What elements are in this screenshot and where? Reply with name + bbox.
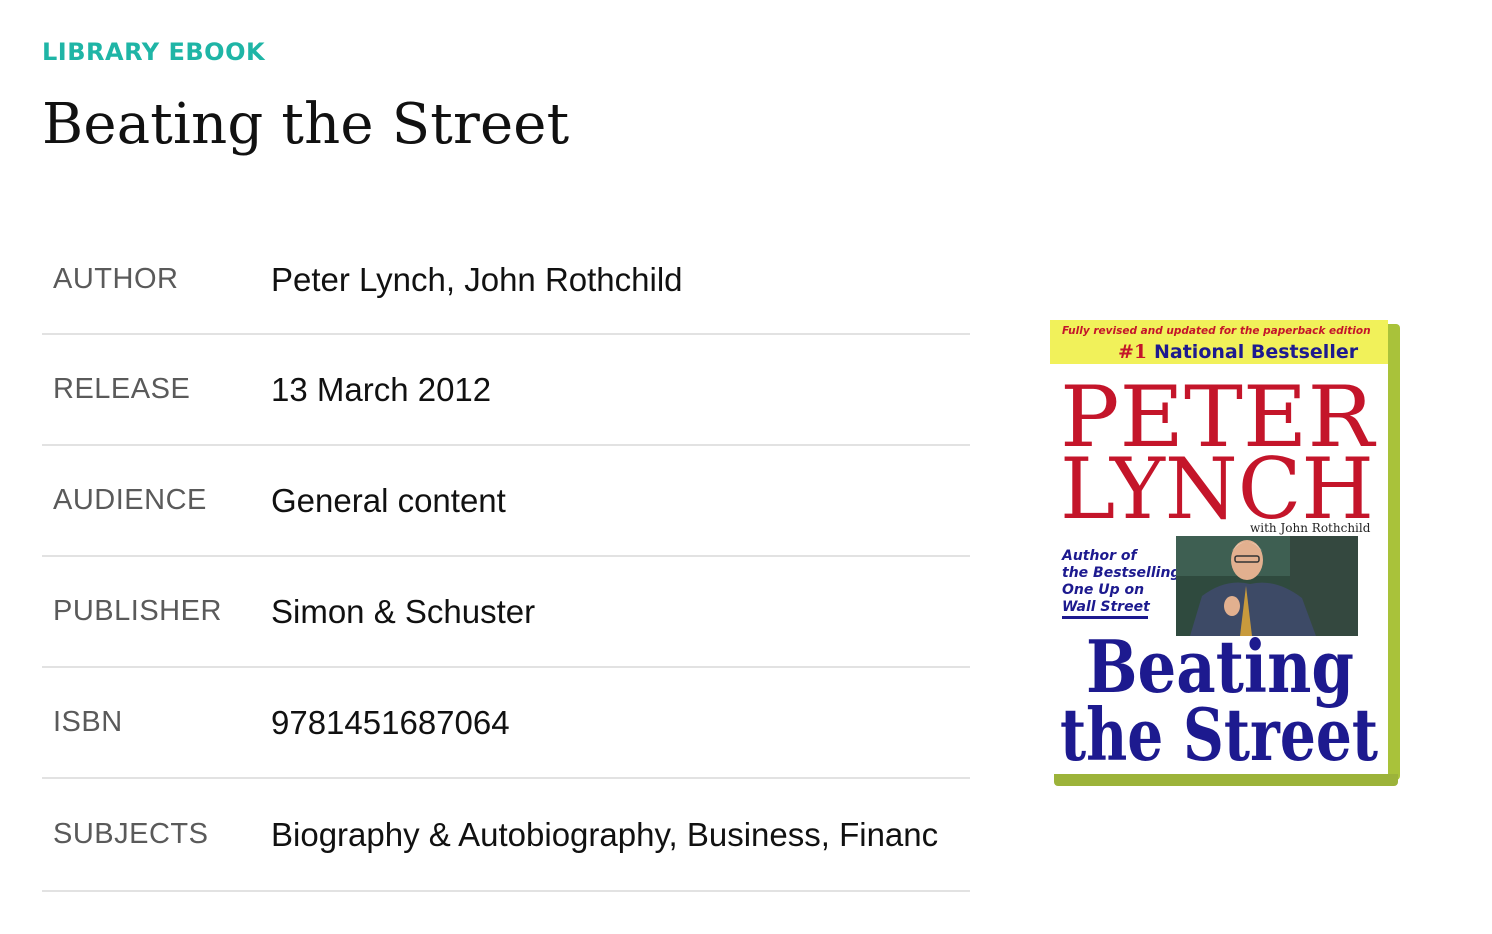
cover-blurb-line4: Wall Street xyxy=(1062,599,1151,615)
cover-blurb-underline xyxy=(1062,616,1148,619)
detail-value: 9781451687064 xyxy=(271,703,510,741)
detail-label: AUTHOR xyxy=(53,263,179,295)
detail-value: Simon & Schuster xyxy=(271,592,536,630)
detail-label: AUDIENCE xyxy=(53,484,207,516)
cover-spine-edge xyxy=(1388,324,1400,780)
detail-row-audience: AUDIENCE General content xyxy=(42,446,970,557)
detail-row-isbn: ISBN 9781451687064 xyxy=(42,668,970,779)
detail-label: PUBLISHER xyxy=(53,595,222,627)
detail-row-subjects: SUBJECTS Biography & Autobiography, Busi… xyxy=(42,779,970,892)
detail-value: 13 March 2012 xyxy=(271,370,492,408)
cover-blurb-line2: the Bestselling xyxy=(1062,565,1180,581)
cover-blurb-line1: Author of xyxy=(1061,548,1138,564)
detail-value: General content xyxy=(271,481,506,519)
detail-row-release: RELEASE 13 March 2012 xyxy=(42,335,970,446)
cover-artwork: Fully revised and updated for the paperb… xyxy=(1060,325,1378,774)
detail-value: Peter Lynch, John Rothchild xyxy=(271,260,683,298)
book-cover-image: Fully revised and updated for the paperb… xyxy=(1050,320,1400,786)
cover-face: Fully revised and updated for the paperb… xyxy=(1050,320,1388,774)
section-eyebrow: LIBRARY EBOOK xyxy=(42,38,266,66)
cover-blurb-line3: One Up on xyxy=(1062,582,1144,598)
detail-label: SUBJECTS xyxy=(53,818,209,850)
detail-row-author: AUTHOR Peter Lynch, John Rothchild xyxy=(42,226,970,335)
book-details-table: AUTHOR Peter Lynch, John Rothchild RELEA… xyxy=(42,226,970,892)
detail-row-publisher: PUBLISHER Simon & Schuster xyxy=(42,557,970,668)
cover-bottom-edge xyxy=(1054,774,1398,786)
cover-title-line2: the Street xyxy=(1060,692,1378,774)
cover-bestseller-number: #1 xyxy=(1118,341,1147,363)
cover-tagline: Fully revised and updated for the paperb… xyxy=(1062,325,1371,337)
detail-label: RELEASE xyxy=(53,373,191,405)
page-title: Beating the Street xyxy=(42,92,570,157)
detail-label: ISBN xyxy=(53,706,123,738)
detail-value: Biography & Autobiography, Business, Fin… xyxy=(271,815,939,853)
cover-author-photo xyxy=(1176,536,1358,636)
cover-coauthor: with John Rothchild xyxy=(1250,521,1371,535)
cover-bestseller-label: National Bestseller xyxy=(1154,341,1359,363)
